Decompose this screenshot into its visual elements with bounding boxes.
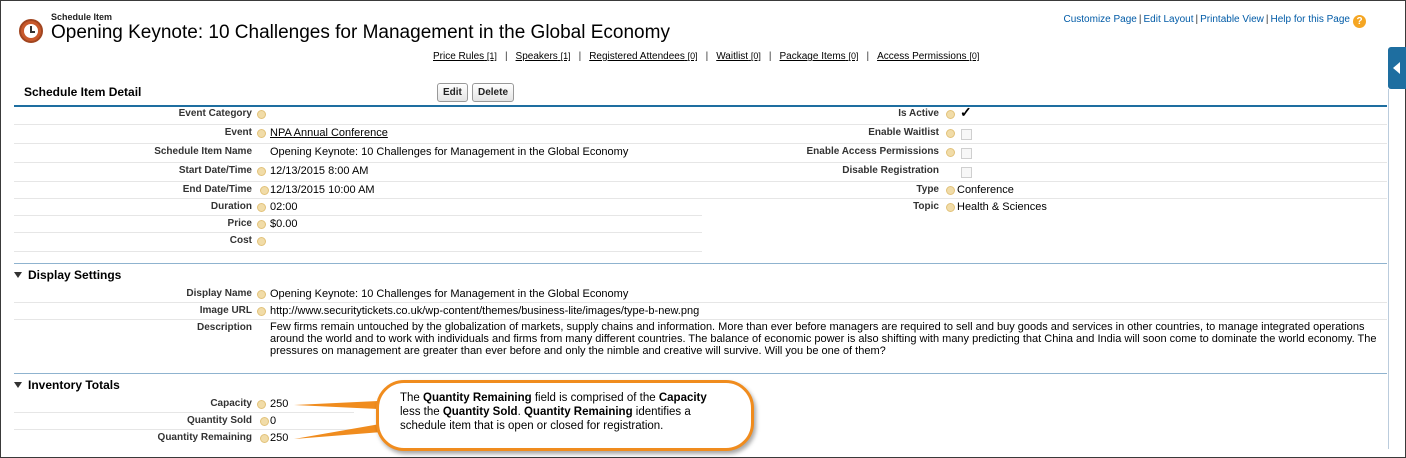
annotation-callout: The Quantity Remaining field is comprise…: [376, 380, 754, 451]
callout-arrow-capacity: [294, 401, 378, 409]
callout-arrow-remaining: [294, 424, 382, 439]
